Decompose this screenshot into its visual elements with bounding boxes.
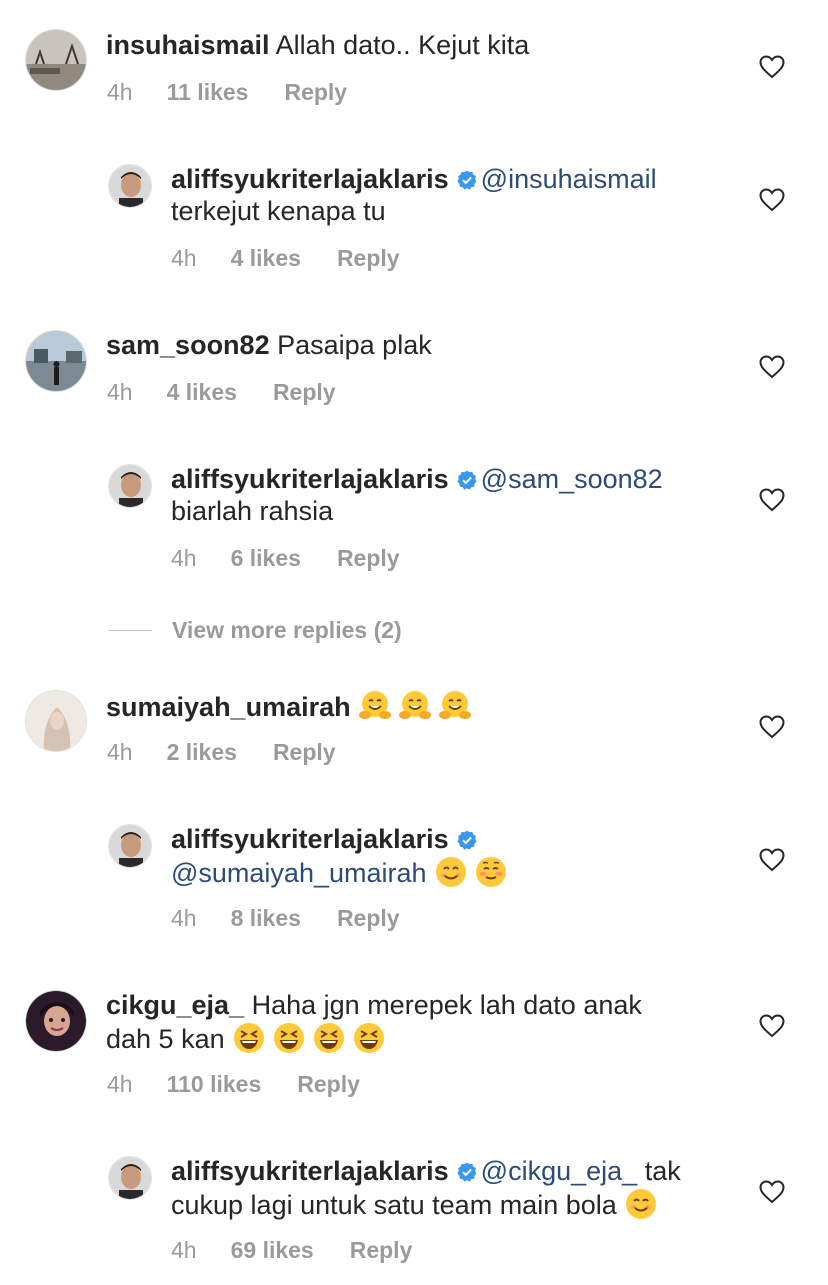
comment-message: Haha jgn merepek lah dato anak bbox=[251, 990, 642, 1020]
comment-username[interactable]: cikgu_eja_ bbox=[106, 990, 244, 1020]
comment-likes[interactable]: 6 likes bbox=[231, 545, 301, 572]
avatar[interactable] bbox=[108, 464, 152, 508]
comment-meta: 4h 69 likes Reply bbox=[171, 1237, 412, 1264]
avatar[interactable] bbox=[25, 690, 87, 752]
mention-link[interactable]: @cikgu_eja_ bbox=[481, 1156, 638, 1186]
heart-icon[interactable] bbox=[759, 848, 785, 872]
heart-icon[interactable] bbox=[759, 188, 785, 212]
reply-button[interactable]: Reply bbox=[350, 1237, 413, 1264]
comment-time: 4h bbox=[107, 739, 133, 765]
comment-meta: 4h 110 likes Reply bbox=[107, 1071, 360, 1098]
verified-badge-icon bbox=[457, 470, 477, 490]
verified-badge-icon bbox=[457, 1162, 477, 1182]
comment-time: 4h bbox=[171, 1237, 197, 1263]
comment-username[interactable]: sam_soon82 bbox=[106, 330, 270, 360]
comment-time: 4h bbox=[107, 79, 133, 105]
comment-username[interactable]: aliffsyukriterlajaklaris bbox=[171, 1156, 449, 1186]
comment-message: Pasaipa plak bbox=[277, 330, 432, 360]
comment-time: 4h bbox=[171, 245, 197, 271]
grinning-squint-emoji-icon bbox=[232, 1021, 266, 1055]
view-more-replies[interactable]: View more replies (2) bbox=[108, 617, 402, 644]
comment-text: cikgu_eja_ Haha jgn merepek lah dato ana… bbox=[106, 989, 736, 1055]
heart-icon[interactable] bbox=[759, 1180, 785, 1204]
blushing-face-emoji-icon bbox=[474, 855, 508, 889]
grinning-squint-emoji-icon bbox=[312, 1021, 346, 1055]
comment-message: biarlah rahsia bbox=[171, 496, 334, 526]
mention-link[interactable]: @sumaiyah_umairah bbox=[171, 858, 427, 888]
comment-time: 4h bbox=[107, 1071, 133, 1097]
hugging-face-emoji-icon bbox=[438, 689, 472, 723]
comment-likes[interactable]: 110 likes bbox=[167, 1071, 262, 1098]
comment-username[interactable]: aliffsyukriterlajaklaris bbox=[171, 164, 449, 194]
comment-likes[interactable]: 11 likes bbox=[167, 79, 249, 106]
avatar[interactable] bbox=[25, 29, 87, 91]
comment-time: 4h bbox=[107, 379, 133, 405]
reply-button[interactable]: Reply bbox=[337, 245, 400, 272]
view-more-replies-label[interactable]: View more replies (2) bbox=[172, 617, 402, 644]
heart-icon[interactable] bbox=[759, 55, 785, 79]
comment-time: 4h bbox=[171, 905, 197, 931]
grinning-squint-emoji-icon bbox=[352, 1021, 386, 1055]
reply-button[interactable]: Reply bbox=[337, 545, 400, 572]
comment-text: aliffsyukriterlajaklaris @insuhaismail te… bbox=[171, 163, 736, 227]
heart-icon[interactable] bbox=[759, 488, 785, 512]
heart-icon[interactable] bbox=[759, 1014, 785, 1038]
comment-likes[interactable]: 4 likes bbox=[231, 245, 301, 272]
comment-username[interactable]: sumaiyah_umairah bbox=[106, 692, 351, 722]
avatar[interactable] bbox=[25, 990, 87, 1052]
hugging-face-emoji-icon bbox=[358, 689, 392, 723]
comment-likes[interactable]: 2 likes bbox=[167, 739, 237, 766]
comment-meta: 4h 4 likes Reply bbox=[107, 379, 336, 406]
reply-button[interactable]: Reply bbox=[297, 1071, 360, 1098]
comment-text: aliffsyukriterlajaklaris @sumaiyah_umair… bbox=[171, 823, 736, 889]
avatar[interactable] bbox=[108, 164, 152, 208]
comment-meta: 4h 8 likes Reply bbox=[171, 905, 400, 932]
comment-username[interactable]: aliffsyukriterlajaklaris bbox=[171, 464, 449, 494]
comment-text: sumaiyah_umairah bbox=[106, 689, 736, 723]
comment-meta: 4h 2 likes Reply bbox=[107, 739, 336, 766]
mention-link[interactable]: @insuhaismail bbox=[481, 164, 657, 194]
comment-message: tak bbox=[644, 1156, 681, 1186]
reply-button[interactable]: Reply bbox=[284, 79, 347, 106]
comment-username[interactable]: insuhaismail bbox=[106, 30, 270, 60]
comment-message: Allah dato.. Kejut kita bbox=[275, 30, 530, 60]
reply-button[interactable]: Reply bbox=[337, 905, 400, 932]
comment-likes[interactable]: 4 likes bbox=[167, 379, 237, 406]
comment-text: sam_soon82 Pasaipa plak bbox=[106, 329, 736, 361]
verified-badge-icon bbox=[457, 830, 477, 850]
comment-time: 4h bbox=[171, 545, 197, 571]
comment-meta: 4h 4 likes Reply bbox=[171, 245, 400, 272]
comment-text: aliffsyukriterlajaklaris @cikgu_eja_ tak … bbox=[171, 1155, 736, 1221]
hugging-face-emoji-icon bbox=[398, 689, 432, 723]
comment-message-line-2: cukup lagi untuk satu team main bola bbox=[171, 1190, 617, 1220]
comment-likes[interactable]: 8 likes bbox=[231, 905, 301, 932]
smiling-face-emoji-icon bbox=[624, 1187, 658, 1221]
comment-text: aliffsyukriterlajaklaris @sam_soon82 biar… bbox=[171, 463, 736, 527]
mention-link[interactable]: @sam_soon82 bbox=[481, 464, 663, 494]
heart-icon[interactable] bbox=[759, 355, 785, 379]
comment-meta: 4h 6 likes Reply bbox=[171, 545, 400, 572]
avatar[interactable] bbox=[25, 330, 87, 392]
comment-meta: 4h 11 likes Reply bbox=[107, 79, 347, 106]
divider-line bbox=[108, 630, 152, 631]
avatar[interactable] bbox=[108, 824, 152, 868]
comment-message: terkejut kenapa tu bbox=[171, 196, 386, 226]
comment-username[interactable]: aliffsyukriterlajaklaris bbox=[171, 824, 449, 854]
verified-badge-icon bbox=[457, 170, 477, 190]
comment-text: insuhaismail Allah dato.. Kejut kita bbox=[106, 29, 736, 61]
heart-icon[interactable] bbox=[759, 715, 785, 739]
avatar[interactable] bbox=[108, 1156, 152, 1200]
smiling-face-emoji-icon bbox=[434, 855, 468, 889]
reply-button[interactable]: Reply bbox=[273, 739, 336, 766]
comment-likes[interactable]: 69 likes bbox=[231, 1237, 314, 1264]
comment-message-line-2: dah 5 kan bbox=[106, 1024, 225, 1054]
reply-button[interactable]: Reply bbox=[273, 379, 336, 406]
grinning-squint-emoji-icon bbox=[272, 1021, 306, 1055]
